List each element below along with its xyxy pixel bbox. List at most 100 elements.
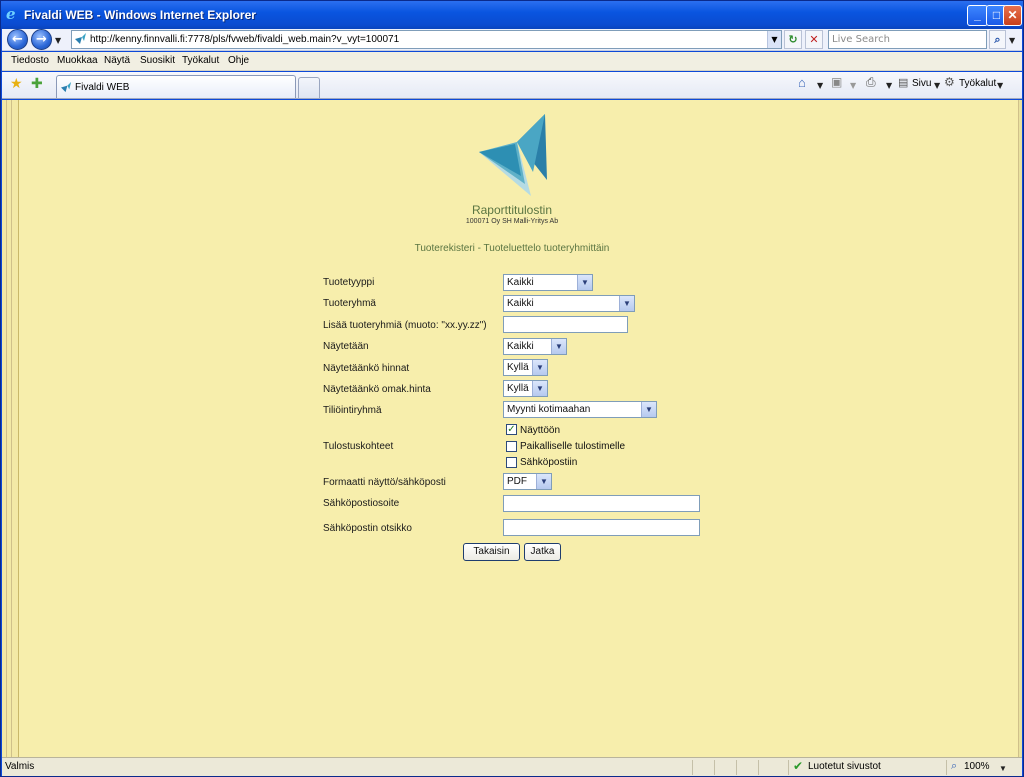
minimize-button[interactable]: _: [967, 5, 988, 26]
zoom-icon: ⌕: [951, 760, 958, 772]
select-tuotetyyppi[interactable]: Kaikki ▼: [503, 274, 593, 291]
menu-bar: Tiedosto Muokkaa Näytä Suosikit Työkalut…: [2, 52, 1022, 71]
security-zone[interactable]: Luotetut sivustot: [808, 761, 881, 772]
tab-bar: ★ ✚ Fivaldi WEB ⌂ ▼ ▣ ▼ ⎙ ▼ ▤ Sivu ▼ ⚙ T…: [2, 72, 1022, 99]
select-value: Myynti kotimaahan: [507, 404, 591, 415]
status-text: Valmis: [5, 761, 35, 772]
print-dropdown-icon[interactable]: ▼: [886, 81, 892, 90]
report-title: Raporttitulostin: [471, 203, 553, 217]
forward-icon[interactable]: →: [31, 29, 52, 50]
feeds-icon[interactable]: ▣: [831, 75, 842, 89]
select-naytetaan[interactable]: Kaikki ▼: [503, 338, 567, 355]
checkbox-nayttoon[interactable]: ✓: [506, 424, 517, 435]
search-options-icon[interactable]: ▼: [1009, 36, 1015, 45]
label-naytetaanko-hinnat: Näytetäänkö hinnat: [323, 363, 410, 374]
favorites-star-icon[interactable]: ★: [10, 76, 23, 92]
home-dropdown-icon[interactable]: ▼: [817, 81, 823, 90]
tab-favicon-icon: [61, 82, 72, 93]
select-naytetaanko-hinnat[interactable]: Kyllä ▼: [503, 359, 548, 376]
page-dropdown-icon[interactable]: ▼: [934, 81, 940, 90]
back-icon[interactable]: ←: [7, 29, 28, 50]
tab-fivaldi-web[interactable]: Fivaldi WEB: [56, 75, 296, 98]
chevron-down-icon: ▼: [532, 381, 547, 396]
select-value: PDF: [507, 476, 527, 487]
report-subtitle: Tuoterekisteri - Tuoteluettelo tuoteryhm…: [414, 243, 610, 254]
label-tuoteryhma: Tuoteryhmä: [323, 298, 376, 309]
tools-gear-icon: ⚙: [944, 75, 955, 89]
chevron-down-icon: ▼: [536, 474, 551, 489]
address-dropdown-icon[interactable]: ▼: [767, 31, 781, 48]
label-lisaa-tuoteryhmia: Lisää tuoteryhmiä (muoto: "xx.yy.zz"): [323, 320, 487, 331]
add-favorite-icon[interactable]: ✚: [31, 76, 43, 92]
label-naytetaanko-omakhinta: Näytetäänkö omak.hinta: [323, 384, 431, 395]
label-naytetaan: Näytetään: [323, 341, 369, 352]
label-formaatti: Formaatti näyttö/sähköposti: [323, 477, 446, 488]
history-dropdown-icon[interactable]: ▼: [55, 36, 61, 45]
menu-tiedosto[interactable]: Tiedosto: [11, 55, 49, 66]
search-icon[interactable]: ⌕: [989, 30, 1006, 49]
select-tiliointiryhma[interactable]: Myynti kotimaahan ▼: [503, 401, 657, 418]
address-bar[interactable]: http://kenny.finnvalli.fi:7778/pls/fvweb…: [71, 30, 782, 49]
input-sahkopostiosoite[interactable]: [503, 495, 700, 512]
menu-muokkaa[interactable]: Muokkaa: [57, 55, 98, 66]
input-sahkopostin-otsikko[interactable]: [503, 519, 700, 536]
fivaldi-logo: [479, 114, 547, 196]
page-menu-button[interactable]: Sivu: [912, 78, 931, 89]
label-sahkopostiosoite: Sähköpostiosoite: [323, 498, 400, 509]
checkbox-sahkopostiin[interactable]: [506, 457, 517, 468]
select-value: Kyllä: [507, 383, 529, 394]
page-content: Raporttitulostin 100071 Oy SH Malli-Yrit…: [2, 100, 1022, 757]
stop-icon[interactable]: ✕: [805, 30, 823, 49]
status-divider: [692, 760, 693, 775]
select-value: Kaikki: [507, 298, 534, 309]
select-value: Kyllä: [507, 362, 529, 373]
status-divider: [946, 760, 947, 775]
select-value: Kaikki: [507, 277, 534, 288]
search-input[interactable]: Live Search: [828, 30, 987, 49]
zoom-dropdown-icon[interactable]: ▼: [999, 764, 1007, 773]
label-tuotetyyppi: Tuotetyyppi: [323, 277, 375, 288]
next-button[interactable]: Jatka: [524, 543, 561, 561]
left-frame-border: [2, 100, 19, 757]
menu-suosikit[interactable]: Suosikit: [140, 55, 175, 66]
chevron-down-icon: ▼: [619, 296, 634, 311]
menu-ohje[interactable]: Ohje: [228, 55, 249, 66]
select-formaatti[interactable]: PDF ▼: [503, 473, 552, 490]
feeds-dropdown-icon[interactable]: ▼: [850, 81, 856, 90]
new-tab-button[interactable]: [298, 77, 320, 98]
select-tuoteryhma[interactable]: Kaikki ▼: [503, 295, 635, 312]
status-divider: [736, 760, 737, 775]
label-tiliointiryhma: Tiliöintiryhmä: [323, 405, 382, 416]
tools-menu-button[interactable]: Työkalut: [959, 78, 996, 89]
label-tulostuskohteet: Tulostuskohteet: [323, 441, 394, 452]
print-icon[interactable]: ⎙: [866, 75, 876, 90]
close-button[interactable]: ✕: [1003, 5, 1022, 26]
site-favicon-icon: [75, 33, 86, 44]
status-divider: [714, 760, 715, 775]
company-name: 100071 Oy SH Malli-Yritys Ab: [465, 218, 559, 225]
page-icon: ▤: [898, 77, 909, 89]
chevron-down-icon: ▼: [641, 402, 656, 417]
checkbox-label-nayttoon: Näyttöön: [520, 425, 561, 436]
menu-nayta[interactable]: Näytä: [104, 55, 130, 66]
menu-tyokalut[interactable]: Työkalut: [182, 55, 219, 66]
tools-dropdown-icon[interactable]: ▼: [997, 81, 1003, 90]
chevron-down-icon: ▼: [551, 339, 566, 354]
ie-logo-icon: e: [6, 5, 16, 23]
checkmark-icon: ✔: [793, 759, 804, 773]
select-value: Kaikki: [507, 341, 534, 352]
input-lisaa-tuoteryhmia[interactable]: [503, 316, 628, 333]
status-divider: [788, 760, 789, 775]
address-row: ← → ▼ http://kenny.finnvalli.fi:7778/pls…: [2, 29, 1022, 51]
checkbox-label-paikalliselle-tulostimelle: Paikalliselle tulostimelle: [520, 441, 626, 452]
refresh-icon[interactable]: ↻: [784, 30, 802, 49]
select-naytetaanko-omakhinta[interactable]: Kyllä ▼: [503, 380, 548, 397]
label-sahkopostin-otsikko: Sähköpostin otsikko: [323, 523, 412, 534]
zoom-level[interactable]: 100%: [964, 761, 990, 772]
back-button[interactable]: Takaisin: [463, 543, 520, 561]
chevron-down-icon: ▼: [532, 360, 547, 375]
window-title: Fivaldi WEB - Windows Internet Explorer: [24, 8, 256, 22]
checkbox-paikalliselle-tulostimelle[interactable]: [506, 441, 517, 452]
tab-label: Fivaldi WEB: [75, 82, 130, 93]
home-icon[interactable]: ⌂: [798, 75, 806, 90]
